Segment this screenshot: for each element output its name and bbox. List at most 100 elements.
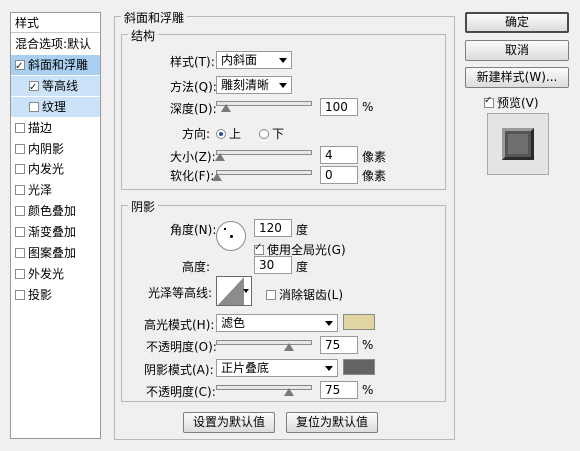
highlight-mode-select[interactable]: 滤色 — [216, 314, 338, 332]
sidebar-item-label: 光泽 — [28, 183, 53, 198]
sidebar-item-blending-options[interactable]: 混合选项:默认 — [11, 34, 100, 54]
sidebar-item-gradient-overlay[interactable]: 渐变叠加 — [11, 222, 100, 242]
new-style-button[interactable]: 新建样式(W)... — [465, 67, 569, 88]
checkbox-unchecked-icon[interactable] — [15, 164, 25, 175]
slider-thumb[interactable] — [212, 173, 222, 181]
checkbox-checked-icon[interactable] — [15, 57, 25, 77]
sidebar-item-outer-glow[interactable]: 外发光 — [11, 264, 100, 284]
structure-title: 结构 — [128, 27, 159, 44]
antialias-checkbox[interactable]: 消除锯齿(L) — [266, 286, 343, 303]
altitude-unit: 度 — [296, 260, 309, 274]
make-default-button[interactable]: 设置为默认值 — [183, 412, 275, 433]
highlight-opacity-slider[interactable] — [216, 340, 312, 351]
direction-down-radio[interactable]: 下 — [259, 125, 284, 142]
sidebar-item-label: 颜色叠加 — [28, 204, 77, 219]
highlight-opacity-input[interactable]: 75 — [320, 336, 358, 354]
sidebar-item-label: 纹理 — [42, 99, 67, 114]
sidebar-item-inner-glow[interactable]: 内发光 — [11, 159, 100, 179]
direction-label: 方向: — [182, 127, 211, 141]
cancel-button[interactable]: 取消 — [465, 40, 569, 61]
sidebar-item-label: 斜面和浮雕 — [28, 57, 89, 72]
slider-thumb[interactable] — [284, 343, 294, 351]
size-slider[interactable] — [215, 150, 312, 161]
sidebar-item-color-overlay[interactable]: 颜色叠加 — [11, 201, 100, 221]
gloss-contour-picker[interactable] — [216, 276, 252, 306]
slider-thumb[interactable] — [221, 104, 231, 112]
shadow-mode-select[interactable]: 正片叠底 — [216, 359, 338, 377]
shadow-color-swatch[interactable] — [343, 359, 375, 375]
sidebar-item-bevel-emboss[interactable]: 斜面和浮雕 — [11, 54, 100, 77]
reset-default-button[interactable]: 复位为默认值 — [286, 412, 378, 433]
sidebar-item-label: 投影 — [28, 287, 53, 302]
soften-input[interactable]: 0 — [320, 166, 358, 184]
checkbox-unchecked-icon[interactable] — [15, 143, 25, 154]
highlight-opacity-unit: % — [362, 338, 374, 352]
depth-slider[interactable] — [216, 101, 312, 112]
size-input[interactable]: 4 — [320, 146, 358, 164]
sidebar-item-stroke[interactable]: 描边 — [11, 118, 100, 138]
sidebar-item-drop-shadow[interactable]: 投影 — [11, 285, 100, 305]
highlight-mode-label: 高光模式(H): — [144, 318, 215, 332]
sidebar-item-label: 混合选项:默认 — [15, 37, 92, 51]
preview-sample — [502, 128, 534, 160]
soften-label: 软化(F): — [170, 169, 215, 183]
checkbox-unchecked-icon[interactable] — [15, 227, 25, 238]
ok-button[interactable]: 确定 — [465, 12, 569, 33]
antialias-label: 消除锯齿(L) — [279, 288, 344, 302]
direction-up-radio[interactable]: 上 — [216, 125, 241, 142]
shadow-mode-value: 正片叠底 — [221, 361, 270, 375]
preview-sample-inner — [508, 134, 528, 154]
checkbox-unchecked-icon[interactable] — [15, 248, 25, 258]
checkbox-unchecked-icon[interactable] — [29, 101, 39, 112]
highlight-color-swatch[interactable] — [343, 314, 375, 330]
style-list: 样式 混合选项:默认斜面和浮雕等高线纹理描边内阴影内发光光泽颜色叠加渐变叠加图案… — [10, 12, 101, 439]
checkbox-unchecked-icon[interactable] — [15, 268, 25, 279]
preview-label: 预览(V) — [497, 96, 539, 110]
direction-up-label: 上 — [229, 127, 242, 141]
size-label: 大小(Z): — [170, 150, 216, 164]
shadow-opacity-unit: % — [362, 383, 374, 397]
technique-label: 方法(Q): — [170, 80, 217, 94]
slider-thumb[interactable] — [284, 388, 294, 396]
shadow-mode-label: 阴影模式(A): — [144, 363, 214, 377]
chevron-down-icon — [243, 289, 249, 293]
sidebar-item-satin[interactable]: 光泽 — [11, 180, 100, 200]
sidebar-item-label: 描边 — [28, 120, 53, 135]
soften-slider[interactable] — [212, 170, 312, 181]
checkbox-unchecked-icon[interactable] — [15, 185, 25, 196]
shadow-opacity-label: 不透明度(C): — [146, 385, 216, 399]
global-light-label: 使用全局光(G) — [267, 243, 346, 257]
preview-checkbox[interactable]: 预览(V) — [484, 94, 539, 111]
highlight-opacity-label: 不透明度(O): — [146, 340, 217, 354]
sidebar-item-label: 图案叠加 — [28, 246, 77, 260]
size-unit: 像素 — [362, 150, 387, 164]
altitude-input[interactable]: 30 — [254, 256, 292, 274]
angle-unit: 度 — [296, 223, 309, 237]
checkbox-unchecked-icon[interactable] — [15, 122, 25, 133]
shadow-opacity-slider[interactable] — [216, 385, 312, 396]
style-select[interactable]: 内斜面 — [216, 51, 292, 69]
sidebar-item-texture[interactable]: 纹理 — [11, 96, 100, 117]
sidebar-item-inner-shadow[interactable]: 内阴影 — [11, 139, 100, 159]
slider-thumb[interactable] — [215, 153, 225, 161]
technique-select[interactable]: 雕刻清晰 — [216, 76, 292, 94]
gloss-contour-label: 光泽等高线: — [148, 286, 213, 300]
chevron-down-icon — [325, 321, 333, 326]
style-select-value: 内斜面 — [221, 53, 258, 67]
highlight-mode-value: 滤色 — [221, 316, 246, 330]
radio-off-icon — [259, 129, 269, 139]
sidebar-item-label: 渐变叠加 — [28, 225, 77, 240]
checkbox-checked-icon[interactable] — [29, 78, 39, 98]
direction-down-label: 下 — [272, 127, 285, 141]
sidebar-item-contour[interactable]: 等高线 — [11, 75, 100, 98]
angle-indicator-dot — [224, 228, 226, 230]
shadow-opacity-input[interactable]: 75 — [320, 381, 358, 399]
angle-input[interactable]: 120 — [254, 219, 292, 237]
depth-input[interactable]: 100 — [320, 98, 358, 116]
depth-unit: % — [362, 100, 374, 114]
sidebar-item-pattern-overlay[interactable]: 图案叠加 — [11, 243, 100, 263]
checkbox-unchecked-icon[interactable] — [15, 206, 25, 217]
checkbox-unchecked-icon[interactable] — [15, 289, 25, 300]
style-label: 样式(T): — [170, 55, 215, 69]
angle-dial[interactable] — [216, 221, 246, 251]
